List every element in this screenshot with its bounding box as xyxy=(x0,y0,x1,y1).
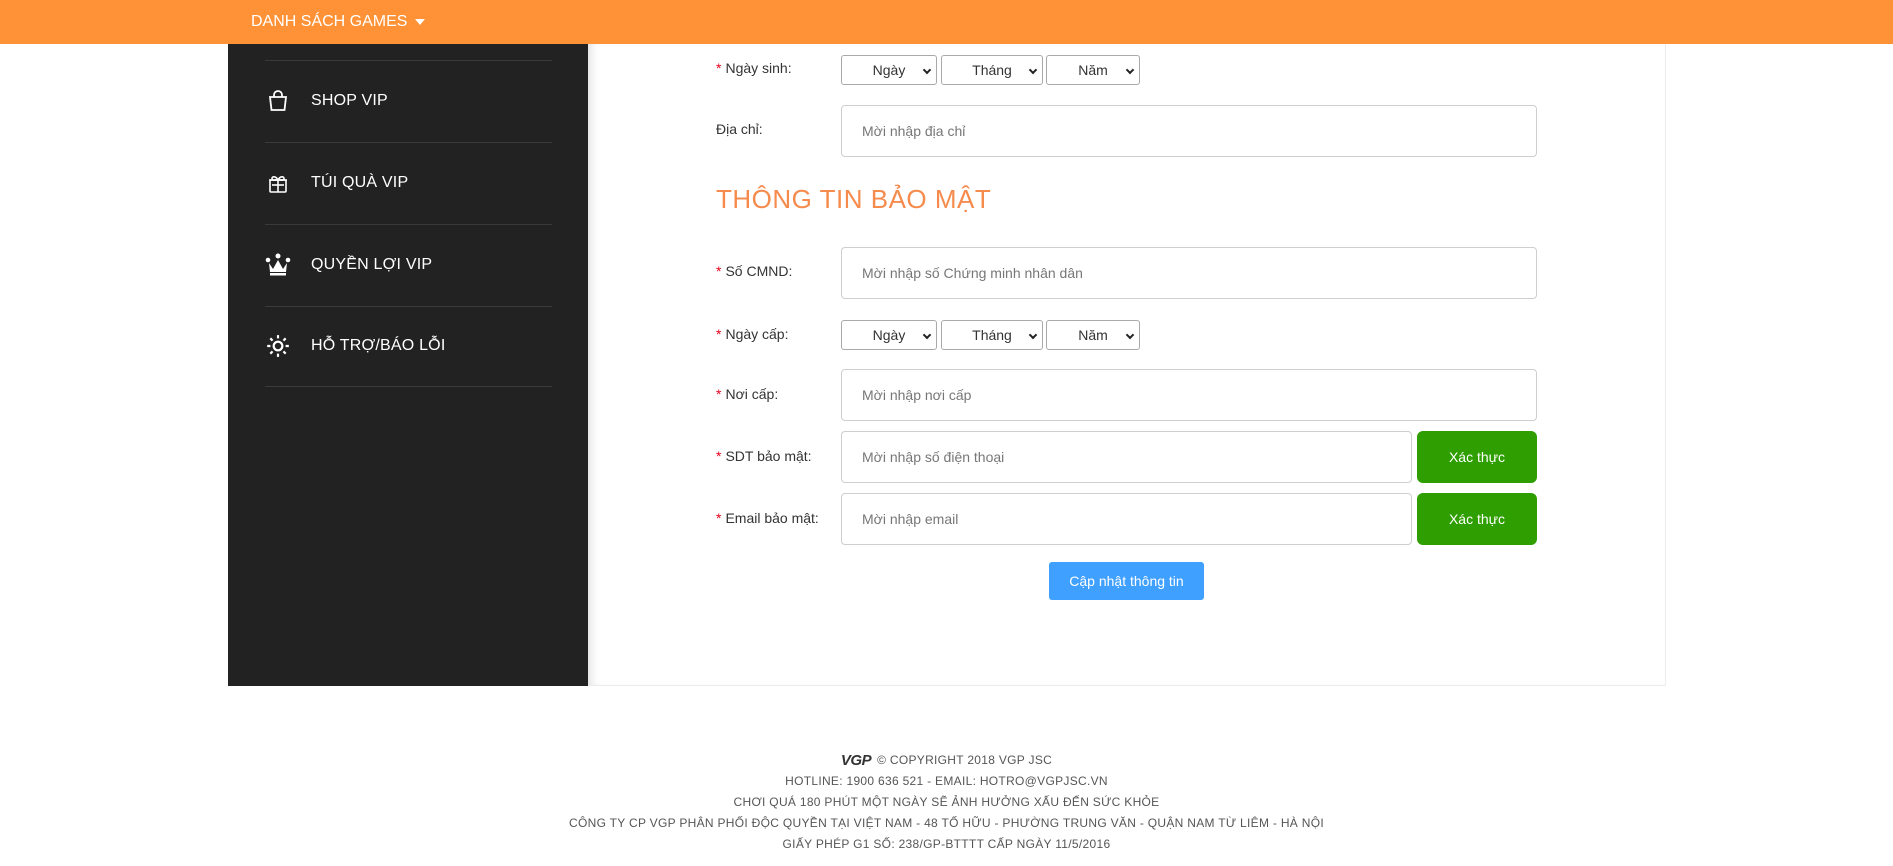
chevron-down-icon xyxy=(1028,65,1038,75)
id-number-label-text: Số CMND: xyxy=(725,263,793,279)
address-label: Địa chỉ: xyxy=(716,121,763,137)
chevron-down-icon xyxy=(922,330,932,340)
birth-date-label: * Ngày sinh: xyxy=(716,60,792,76)
required-mark: * xyxy=(716,263,722,279)
sidebar-item-label: QUYỀN LỢI VIP xyxy=(311,256,433,273)
security-phone-input[interactable]: Mời nhập số điện thoại xyxy=(841,431,1412,483)
gear-icon xyxy=(265,333,291,359)
required-mark: * xyxy=(716,386,722,402)
sidebar-item-label: HỖ TRỢ/BÁO LỖI xyxy=(311,337,446,354)
issue-date-label-text: Ngày cấp: xyxy=(725,326,789,342)
footer-license: GIẤY PHÉP G1 SỐ: 238/GP-BTTTT CẤP NGÀY 1… xyxy=(782,837,1111,851)
verify-email-button[interactable]: Xác thực xyxy=(1417,493,1537,545)
chevron-down-icon xyxy=(1125,65,1135,75)
games-list-dropdown[interactable]: DANH SÁCH GAMES xyxy=(251,10,426,34)
sidebar-item-shop-vip[interactable]: SHOP VIP xyxy=(265,61,552,141)
chevron-down-icon xyxy=(1125,330,1135,340)
sidebar-item-label: SHOP VIP xyxy=(311,92,388,109)
issue-place-label-text: Nơi cấp: xyxy=(725,386,779,402)
security-section-title: THÔNG TIN BẢO MẬT xyxy=(716,184,992,214)
footer-company: CÔNG TY CP VGP PHÂN PHỐI ĐỘC QUYỀN TẠI V… xyxy=(569,816,1324,830)
birth-month-select[interactable]: Tháng xyxy=(941,55,1043,85)
issue-year-select[interactable]: Năm xyxy=(1046,320,1140,350)
crown-icon xyxy=(265,252,291,278)
footer: VGP © COPYRIGHT 2018 VGP JSC HOTLINE: 19… xyxy=(0,750,1893,855)
sidebar-item-support[interactable]: HỖ TRỢ/BÁO LỖI xyxy=(265,306,552,386)
security-email-label-text: Email bảo mật: xyxy=(725,510,819,526)
security-phone-label-text: SDT bảo mật: xyxy=(725,448,812,464)
required-mark: * xyxy=(716,60,722,76)
issue-date-label: * Ngày cấp: xyxy=(716,326,789,342)
gift-icon xyxy=(265,170,291,196)
shopping-bag-icon xyxy=(265,88,291,114)
id-number-input[interactable]: Mời nhập số Chứng minh nhân dân xyxy=(841,247,1537,299)
caret-down-icon xyxy=(415,19,426,25)
sidebar: SHOP VIP TÚI QUÀ VIP QUYỀN LỢI VIP HỖ TR… xyxy=(228,44,588,686)
required-mark: * xyxy=(716,510,722,526)
birth-day-value: Ngày xyxy=(872,62,906,78)
required-mark: * xyxy=(716,326,722,342)
footer-hotline: HOTLINE: 1900 636 521 - EMAIL: HOTRO@VGP… xyxy=(785,774,1108,788)
birth-year-value: Năm xyxy=(1078,62,1108,78)
chevron-down-icon xyxy=(922,65,932,75)
chevron-down-icon xyxy=(1028,330,1038,340)
footer-copyright-line: VGP © COPYRIGHT 2018 VGP JSC xyxy=(0,750,1893,771)
sidebar-item-vip-benefits[interactable]: QUYỀN LỢI VIP xyxy=(265,225,552,305)
id-number-label: * Số CMND: xyxy=(716,263,792,279)
issue-month-value: Tháng xyxy=(972,327,1012,343)
birth-month-value: Tháng xyxy=(972,62,1012,78)
update-info-button[interactable]: Cập nhật thông tin xyxy=(1049,562,1204,600)
sidebar-item-gift-bag[interactable]: TÚI QUÀ VIP xyxy=(265,143,552,223)
issue-year-value: Năm xyxy=(1078,327,1108,343)
sidebar-divider xyxy=(265,386,552,387)
issue-place-label: * Nơi cấp: xyxy=(716,386,778,402)
issue-place-input[interactable]: Mời nhập nơi cấp xyxy=(841,369,1537,421)
footer-copyright: © COPYRIGHT 2018 VGP JSC xyxy=(877,753,1053,767)
verify-phone-button[interactable]: Xác thực xyxy=(1417,431,1537,483)
issue-day-select[interactable]: Ngày xyxy=(841,320,937,350)
address-input[interactable]: Mời nhập địa chỉ xyxy=(841,105,1537,157)
top-navbar: DANH SÁCH GAMES xyxy=(0,0,1893,44)
issue-day-value: Ngày xyxy=(872,327,906,343)
required-mark: * xyxy=(716,448,722,464)
birth-date-label-text: Ngày sinh: xyxy=(725,60,792,76)
games-list-label: DANH SÁCH GAMES xyxy=(251,13,408,30)
vgp-logo: VGP xyxy=(840,752,872,769)
sidebar-item-label: TÚI QUÀ VIP xyxy=(311,174,409,191)
footer-warning: CHƠI QUÁ 180 PHÚT MỘT NGÀY SẼ ẢNH HƯỞNG … xyxy=(733,795,1160,809)
birth-year-select[interactable]: Năm xyxy=(1046,55,1140,85)
birth-day-select[interactable]: Ngày xyxy=(841,55,937,85)
issue-month-select[interactable]: Tháng xyxy=(941,320,1043,350)
security-email-input[interactable]: Mời nhập email xyxy=(841,493,1412,545)
security-phone-label: * SDT bảo mật: xyxy=(716,448,812,464)
security-email-label: * Email bảo mật: xyxy=(716,510,819,526)
